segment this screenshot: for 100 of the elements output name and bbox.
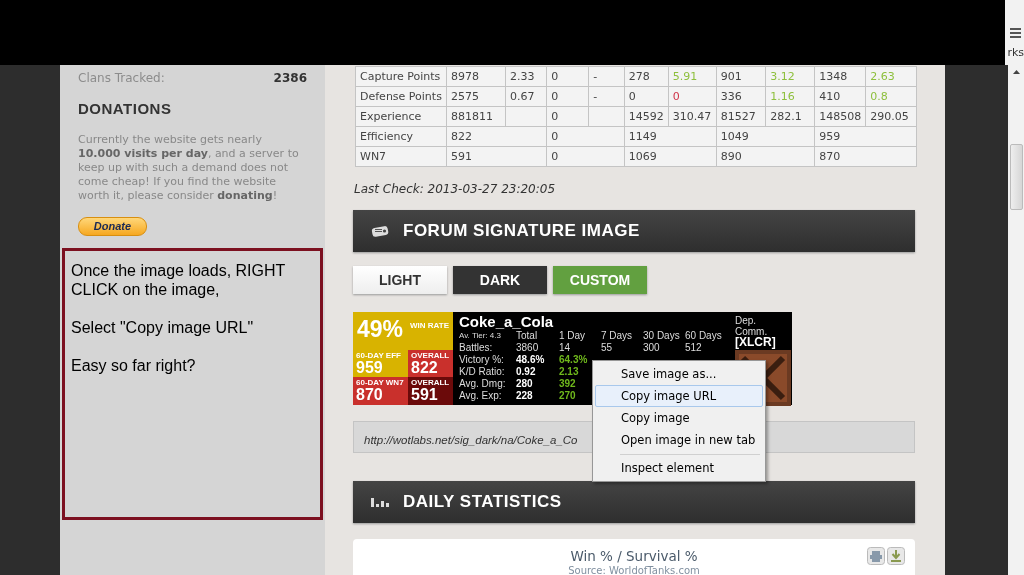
table-cell: 5.91	[668, 66, 717, 87]
donations-heading: DONATIONS	[78, 100, 173, 117]
table-cell: 0.67	[505, 86, 547, 107]
win-rate-label: WIN RATE	[410, 321, 449, 330]
ticket-icon	[371, 224, 389, 238]
stat-value: 2.13	[559, 366, 580, 378]
column-header: 7 Days	[601, 330, 634, 342]
table-cell: 0	[668, 86, 717, 107]
stat-label: Battles:	[459, 342, 494, 354]
annotation-text: Select "Copy image URL"	[71, 317, 255, 337]
menu-item[interactable]: Copy image URL	[595, 385, 763, 407]
stat-value: 280	[516, 378, 534, 390]
win-rate-value: 49%	[357, 316, 404, 342]
stat-label: Avg. Exp:	[459, 390, 503, 402]
stat-value: 3860	[516, 342, 540, 354]
table-cell: 290.05	[865, 106, 917, 127]
stat-value: 14	[559, 342, 572, 354]
table-cell: 0	[546, 66, 589, 87]
scrollbar-thumb[interactable]	[1009, 144, 1023, 210]
table-cell: 0.8	[865, 86, 917, 107]
stat-value: 270	[559, 390, 577, 402]
table-cell: 901	[716, 66, 766, 87]
table-cell: 1.16	[765, 86, 815, 107]
stat-label: Victory %:	[459, 354, 505, 366]
overall-efficiency-label: OVERALL	[411, 351, 450, 360]
player-name: Coke_a_Cola	[459, 314, 555, 330]
stat-value: 0.92	[516, 366, 537, 378]
table-cell: 0	[546, 86, 589, 107]
menu-item[interactable]: Save image as...	[595, 363, 763, 385]
table-cell: 1049	[716, 126, 815, 147]
stat-value: 55	[601, 342, 614, 354]
table-cell: 591	[446, 146, 547, 167]
table-cell: -	[588, 66, 625, 87]
bookmarks-label[interactable]: rks	[1007, 46, 1024, 59]
overall-wn7-value: 591	[411, 387, 439, 403]
table-cell: 0	[546, 126, 625, 147]
scroll-up-icon[interactable]	[1012, 70, 1020, 74]
stat-value: 228	[516, 390, 534, 402]
table-cell: 881811	[446, 106, 506, 127]
row-label: Experience	[355, 106, 447, 127]
row-label: Defense Points	[355, 86, 447, 107]
clan-rank: Dep. Comm.	[735, 315, 768, 337]
table-cell: 0	[546, 106, 589, 127]
section-title: DAILY STATISTICS	[403, 492, 562, 512]
table-cell: 310.47	[668, 106, 717, 127]
chart-title: Win % / Survival %	[570, 548, 698, 564]
tier-text: Av. Tier: 4.3	[459, 330, 502, 342]
table-cell: -	[588, 86, 625, 107]
bar-chart-icon	[371, 496, 389, 508]
menu-item[interactable]: Open image in new tab	[595, 429, 763, 451]
last-check-text: Last Check: 2013-03-27 23:20:05	[354, 182, 557, 196]
table-cell: 959	[814, 126, 917, 147]
row-label: WN7	[355, 146, 447, 167]
stat-value: 2386	[273, 71, 307, 86]
annotation-text: Easy so far right?	[71, 355, 197, 375]
column-header: 60 Days	[685, 330, 723, 342]
annotation-text: Once the image loads, RIGHT CLICK on the image,	[71, 260, 287, 299]
stat-value: 512	[685, 342, 703, 354]
table-cell: 870	[814, 146, 917, 167]
table-cell: 2575	[446, 86, 506, 107]
stat-value: 48.6%	[516, 354, 546, 366]
stat-value: 64.3%	[559, 354, 589, 366]
donate-button[interactable]: Donate	[78, 216, 147, 236]
efficiency-value: 959	[356, 360, 384, 376]
stat-value: 300	[643, 342, 661, 354]
table-cell: 2.63	[865, 66, 917, 87]
column-header: 1 Day	[559, 330, 587, 342]
chart-subtitle: Source: WorldofTanks.com	[568, 565, 700, 575]
table-cell: 1149	[624, 126, 717, 147]
table-cell: 0	[546, 146, 625, 167]
stat-label: K/D Ratio:	[459, 366, 506, 378]
table-cell: 410	[814, 86, 866, 107]
table-cell: 8978	[446, 66, 506, 87]
style-button[interactable]: DARK	[453, 266, 547, 294]
table-cell: 336	[716, 86, 766, 107]
table-cell: 278	[624, 66, 669, 87]
column-header: 30 Days	[643, 330, 681, 342]
download-icon[interactable]	[887, 547, 905, 565]
style-button[interactable]: LIGHT	[353, 266, 447, 294]
menu-icon[interactable]	[1010, 28, 1021, 38]
table-cell: 2.33	[505, 66, 547, 87]
table-cell: 1069	[624, 146, 717, 167]
stat-value: 392	[559, 378, 577, 390]
print-icon[interactable]	[867, 547, 885, 565]
clan-tag: [XLCR]	[735, 337, 791, 348]
table-cell: 822	[446, 126, 547, 147]
table-cell: 1348	[814, 66, 866, 87]
overall-efficiency-value: 822	[411, 360, 439, 376]
table-cell: 14592	[624, 106, 669, 127]
donations-text: Currently the website gets nearly 10.000 visits per day, and a server to keep up with such a demand does not come cheap! If you find the website worth it, please consider donating!	[78, 133, 300, 203]
column-header: Total	[516, 330, 539, 342]
wn7-value: 870	[356, 387, 384, 403]
table-cell: 0	[624, 86, 669, 107]
overall-wn7-label: OVERALL	[411, 378, 450, 387]
efficiency-label: 60-DAY EFF	[356, 351, 402, 360]
table-cell: 282.1	[765, 106, 815, 127]
stat-label: Clans Tracked:	[78, 71, 165, 86]
table-cell: 148508	[814, 106, 866, 127]
row-label: Capture Points	[355, 66, 447, 87]
stat-label: Avg. Dmg:	[459, 378, 507, 390]
